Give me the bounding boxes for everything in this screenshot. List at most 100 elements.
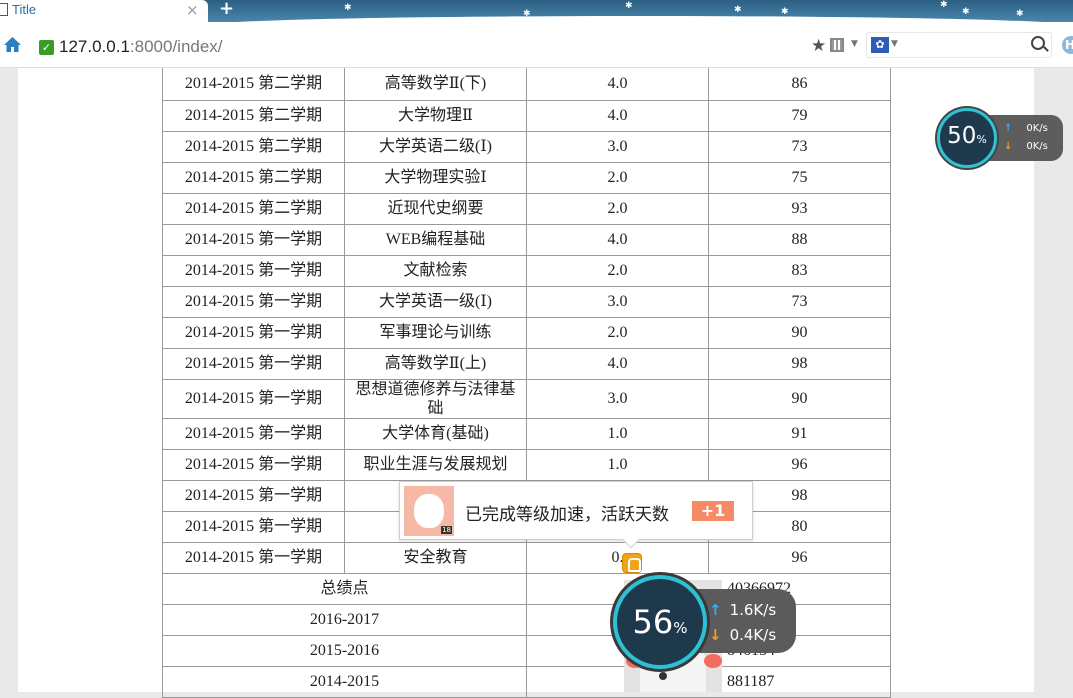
table-cell-term: 2014-2015 第二学期 xyxy=(162,161,345,194)
table-cell-term: 2014-2015 第一学期 xyxy=(162,510,345,543)
table-row: 2014-2015 第一学期 文献检索 2.0 83 xyxy=(162,254,891,287)
speed-widget-small[interactable]: 50% ↑ 0K/s ↓ 0K/s xyxy=(937,108,1063,168)
table-row: 2014-2015 第二学期 近现代史纲要 2.0 93 xyxy=(162,192,891,225)
table-cell-score: 90 xyxy=(708,378,891,419)
table-cell-term: 2014-2015 第一学期 xyxy=(162,541,345,574)
table-row: 2014-2015 第二学期 大学物理Ⅱ 4.0 79 xyxy=(162,99,891,132)
level-tag: 18 xyxy=(441,526,452,534)
table-row: 2014-2015 第一学期 职业生涯与发展规划 1.0 96 xyxy=(162,448,891,481)
table-cell-course: 职业生涯与发展规划 xyxy=(344,448,527,481)
table-cell-course: 大学英语一级(Ⅰ) xyxy=(344,285,527,318)
home-icon[interactable] xyxy=(3,36,22,53)
toast-message: 已完成等级加速，活跃天数 xyxy=(465,505,669,525)
table-row: 2014-2015 第二学期 大学英语二级(Ⅰ) 3.0 73 xyxy=(162,130,891,163)
table-row: 2014-2015 第一学期 大学英语一级(Ⅰ) 3.0 73 xyxy=(162,285,891,318)
chevron-down-icon[interactable]: ▼ xyxy=(891,39,898,49)
table-cell-score: 98 xyxy=(708,347,891,380)
table-row: 2014-2015 第二学期 大学物理实验Ⅰ 2.0 75 xyxy=(162,161,891,194)
table-cell-term: 2014-2015 第一学期 xyxy=(162,417,345,450)
new-tab-button[interactable]: + xyxy=(219,0,234,19)
download-speed: ↓ 0.4K/s xyxy=(709,626,777,644)
lock-icon[interactable] xyxy=(622,553,642,573)
table-cell-course: 大学体育(基础) xyxy=(344,417,527,450)
table-cell-term: 2014-2015 第一学期 xyxy=(162,223,345,256)
table-cell-score: 83 xyxy=(708,254,891,287)
table-cell-course: 安全教育 xyxy=(344,541,527,574)
table-cell-credit: 3.0 xyxy=(526,285,709,318)
table-cell-term: 2014-2015 第二学期 xyxy=(162,130,345,163)
memory-percent: 56% xyxy=(632,603,688,641)
table-cell-course: 军事理论与训练 xyxy=(344,316,527,349)
table-cell-credit: 2.0 xyxy=(526,192,709,225)
table-cell-credit: 4.0 xyxy=(526,99,709,132)
table-cell-score: 88 xyxy=(708,223,891,256)
page-icon xyxy=(0,3,8,16)
star-icon[interactable]: ★ xyxy=(811,36,826,56)
table-cell-score: 73 xyxy=(708,130,891,163)
speed-widget-large[interactable]: 56% ↑ 1.6K/s ↓ 0.4K/s xyxy=(613,575,796,671)
table-cell-term: 2014-2015 第一学期 xyxy=(162,479,345,512)
table-row: 2014-2015 第一学期 思想道德修养与法律基础 3.0 90 xyxy=(162,378,891,419)
memory-percent: 50% xyxy=(947,123,987,149)
tab-close-icon[interactable]: × xyxy=(186,1,199,19)
table-cell-score: 91 xyxy=(708,417,891,450)
download-speed: ↓ 0K/s xyxy=(1004,141,1048,152)
table-cell-credit: 4.0 xyxy=(526,223,709,256)
table-cell-score: 96 xyxy=(708,448,891,481)
browser-tab[interactable]: Title × xyxy=(0,0,208,22)
table-cell-term: 2014-2015 第二学期 xyxy=(162,68,345,101)
paw-search-engine-icon[interactable]: ✿ xyxy=(871,37,889,53)
table-cell-course: 大学英语二级(Ⅰ) xyxy=(344,130,527,163)
table-cell-credit: 1.0 xyxy=(526,417,709,450)
qr-code-icon[interactable] xyxy=(830,38,844,52)
table-cell-course: 大学物理Ⅱ xyxy=(344,99,527,132)
address-input[interactable]: 127.0.0.1:8000/index/ xyxy=(59,37,223,57)
table-cell-course: WEB编程基础 xyxy=(344,223,527,256)
table-cell-course: 思想道德修养与法律基础 xyxy=(344,378,527,419)
table-cell-credit: 3.0 xyxy=(526,130,709,163)
up-arrow-icon: ↑ xyxy=(709,601,722,619)
url-path: :8000/index/ xyxy=(129,37,223,56)
table-cell-course: 高等数学Ⅱ(上) xyxy=(344,347,527,380)
down-arrow-icon: ↓ xyxy=(709,626,722,644)
avatar: 18 xyxy=(404,486,454,536)
table-cell-score: 96 xyxy=(708,541,891,574)
browser-title-bar: ✱ ✱ ✱ ✱ ✱ ✱ ✱ ✱ Title × + xyxy=(0,0,1073,22)
table-row: 2014-2015 第一学期 安全教育 0. 96 xyxy=(162,541,891,574)
table-cell-credit: 4.0 xyxy=(526,347,709,380)
table-cell-term: 2014-2015 第一学期 xyxy=(162,448,345,481)
table-cell-score: 90 xyxy=(708,316,891,349)
table-cell-credit: 1.0 xyxy=(526,448,709,481)
table-cell-term: 2014-2015 第一学期 xyxy=(162,347,345,380)
table-cell-credit: 2.0 xyxy=(526,254,709,287)
table-cell-score: 79 xyxy=(708,99,891,132)
gpa-year: 2015-2016 xyxy=(162,634,527,667)
table-row: 2014-2015 第一学期 高等数学Ⅱ(上) 4.0 98 xyxy=(162,347,891,380)
table-cell-course: 大学物理实验Ⅰ xyxy=(344,161,527,194)
gpa-year: 2016-2017 xyxy=(162,603,527,636)
sidebar-toggle-icon[interactable]: H xyxy=(1062,36,1073,54)
table-cell-course: 高等数学Ⅱ(下) xyxy=(344,68,527,101)
table-cell-score: 86 xyxy=(708,68,891,101)
table-cell-credit: 4.0 xyxy=(526,68,709,101)
tab-title: Title xyxy=(12,2,37,17)
upload-speed: ↑ 0K/s xyxy=(1004,123,1048,134)
chevron-down-icon[interactable]: ▼ xyxy=(851,39,858,49)
search-icon[interactable] xyxy=(1031,36,1045,50)
gpa-year: 2014-2015 xyxy=(162,665,527,698)
table-cell-credit: 2.0 xyxy=(526,316,709,349)
table-cell-term: 2014-2015 第二学期 xyxy=(162,192,345,225)
secure-check-icon: ✓ xyxy=(39,40,54,55)
notification-toast[interactable]: 18 已完成等级加速，活跃天数 +1 xyxy=(399,481,753,549)
table-row: 2014-2015 第一学期 大学体育(基础) 1.0 91 xyxy=(162,417,891,450)
upload-speed: ↑ 1.6K/s xyxy=(709,601,777,619)
table-row: 2014-2015 第一学期 WEB编程基础 4.0 88 xyxy=(162,223,891,256)
url-host: 127.0.0.1 xyxy=(59,37,130,56)
table-cell-course: 近现代史纲要 xyxy=(344,192,527,225)
table-cell-term: 2014-2015 第一学期 xyxy=(162,285,345,318)
table-cell-term: 2014-2015 第一学期 xyxy=(162,254,345,287)
table-row: 2014-2015 第二学期 高等数学Ⅱ(下) 4.0 86 xyxy=(162,68,891,101)
table-row: 2014-2015 第一学期 军事理论与训练 2.0 90 xyxy=(162,316,891,349)
table-cell-score: 93 xyxy=(708,192,891,225)
table-cell-credit: 2.0 xyxy=(526,161,709,194)
